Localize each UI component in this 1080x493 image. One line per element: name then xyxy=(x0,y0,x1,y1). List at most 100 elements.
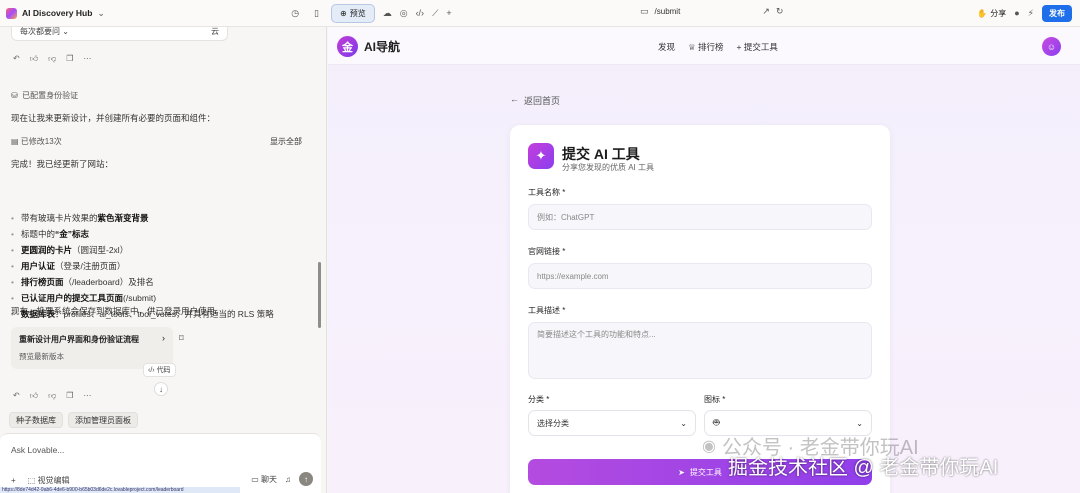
permission-select[interactable]: 每次都要问 ⌄ 云 xyxy=(11,27,228,41)
nav-discover[interactable]: 发现 xyxy=(658,41,675,53)
edited-label: 已修改13次 xyxy=(20,137,62,146)
chevron-down-icon[interactable]: ⌄ xyxy=(97,8,105,18)
chat-label: 聊天 xyxy=(261,474,277,484)
code-icon: ‹/› xyxy=(148,367,155,374)
message-actions: ↶ 👍︎ 👎︎ ❐ ⋯ xyxy=(13,391,91,401)
site-navbar: 金 AI导航 发现 ♕ 排行榜 + 提交工具 ☺ xyxy=(328,27,1080,65)
code-button[interactable]: ‹/› 代码 xyxy=(143,363,176,377)
visual-edit-button[interactable]: ⬚ 视觉编辑 xyxy=(28,475,70,486)
project-title[interactable]: AI Discovery Hub xyxy=(22,8,92,18)
copy-icon[interactable]: ❐ xyxy=(66,54,73,64)
sidebar-toggle-icon[interactable]: ▯ xyxy=(314,8,319,18)
undo-icon[interactable]: ↶ xyxy=(13,391,20,401)
back-home-link[interactable]: ← 返回首页 xyxy=(510,94,560,107)
code-icon[interactable]: ‹/› xyxy=(416,8,425,18)
chart-icon[interactable]: ⟋ xyxy=(432,8,438,18)
external-link-icon[interactable]: ↗ xyxy=(762,7,770,16)
undo-icon[interactable]: ↶ xyxy=(13,54,20,64)
thumbs-down-icon[interactable]: 👎︎ xyxy=(48,54,56,64)
category-value: 选择分类 xyxy=(537,418,569,428)
thumbs-up-icon[interactable]: 👍︎ xyxy=(30,54,38,64)
palette-icon[interactable]: ◎ xyxy=(400,8,408,18)
version-title: 重新设计用户界面和身份验证流程 xyxy=(19,335,139,344)
auth-note: ⛁ 已配置身份验证 xyxy=(11,90,78,101)
nav-submit[interactable]: + 提交工具 xyxy=(737,41,778,53)
thumbs-up-icon[interactable]: 👍︎ xyxy=(30,391,38,401)
list-item: 带有玻璃卡片效果的紫色渐变背景 xyxy=(11,210,274,226)
bullet-pre: 标题中的 xyxy=(20,229,55,239)
closing-text: 现在，投票系统会保存到数据库中，供已登录用户使用。 xyxy=(11,306,224,316)
copy-icon[interactable]: ❐ xyxy=(66,391,73,401)
upgrade-icon[interactable]: ⚡ xyxy=(1028,9,1034,18)
suggestion-chip[interactable]: 添加管理员面板 xyxy=(68,412,138,428)
send-button[interactable]: ↑ xyxy=(299,472,313,486)
message-actions: ↶ 👍︎ 👎︎ ❐ ⋯ xyxy=(13,54,91,64)
suggestion-chip[interactable]: 种子数据库 xyxy=(9,412,63,428)
desc-textarea[interactable]: 简要描述这个工具的功能和特点... xyxy=(528,322,872,379)
chat-mode-button[interactable]: ▭ 聊天 xyxy=(251,474,277,485)
mic-icon[interactable]: ♫ xyxy=(285,475,291,484)
database-icon: ⛁ xyxy=(11,91,18,100)
chat-scrollbar[interactable] xyxy=(318,262,321,328)
bullet-post: (/submit) xyxy=(123,293,157,303)
category-label: 分类 * xyxy=(528,395,550,404)
bullet-bold: 紫色渐变背景 xyxy=(97,213,149,223)
share-button[interactable]: ✋ 分享 xyxy=(977,8,1006,19)
chat-icon: ▭ xyxy=(251,474,259,484)
bullet-bold: 用户认证 xyxy=(20,261,55,271)
site-brand[interactable]: 金 AI导航 xyxy=(337,36,400,57)
nav-leaderboard-label: 排行榜 xyxy=(698,42,724,52)
scroll-down-button[interactable]: ↓ xyxy=(154,382,168,396)
thumbs-down-icon[interactable]: 👎︎ xyxy=(48,391,56,401)
plus-icon[interactable]: + xyxy=(11,476,16,485)
url-text[interactable]: /submit xyxy=(655,7,681,16)
bookmark-icon[interactable]: ⌑ xyxy=(179,333,184,344)
status-url: https://8de74d42-9ab6-4de6-b900-b65b03d6… xyxy=(0,487,240,493)
history-icon[interactable]: ◷ xyxy=(291,8,299,18)
avatar[interactable]: ☺ xyxy=(1042,37,1061,56)
url-label: 官网链接 * xyxy=(528,247,566,256)
request-text: 现在让我来更新设计，并创建所有必要的页面和组件： xyxy=(11,113,216,123)
nav-leaderboard[interactable]: ♕ 排行榜 xyxy=(688,41,724,53)
chevron-down-icon: ⌄ xyxy=(856,418,863,428)
composer-input[interactable]: Ask Lovable... xyxy=(11,445,64,455)
refresh-icon[interactable]: ↻ xyxy=(776,7,784,16)
visual-edit-label: 视觉编辑 xyxy=(37,476,70,485)
cloud-label: 云 xyxy=(211,27,219,36)
wechat-icon: ◉ xyxy=(702,437,716,455)
chevron-right-icon: › xyxy=(162,333,165,343)
url-bar[interactable]: ▭ /submit ↗ ↻ xyxy=(640,7,784,17)
bullet-post: （登录/注册页面） xyxy=(55,261,126,271)
chat-composer[interactable]: Ask Lovable... + ⬚ 视觉编辑 ▭ 聊天 ♫ ↑ xyxy=(0,433,321,493)
bullet-bold: 已认证用户的提交工具页面 xyxy=(20,293,123,303)
trophy-icon: ♕ xyxy=(688,42,696,52)
visual-edit-icon: ⬚ xyxy=(27,476,36,485)
publish-button[interactable]: 发布 xyxy=(1042,5,1072,22)
edited-files[interactable]: ▤ 已修改13次 xyxy=(11,136,62,147)
monitor-icon[interactable]: ▭ xyxy=(640,7,649,16)
list-item: 用户认证（登录/注册页面） xyxy=(11,258,274,274)
show-all-button[interactable]: 显示全部 xyxy=(270,136,302,147)
chevron-down-icon: ⌄ xyxy=(62,27,69,36)
list-item: 标题中的“金”标志 xyxy=(11,226,274,242)
category-select[interactable]: 选择分类 ⌄ xyxy=(528,410,696,436)
plus-icon[interactable]: + xyxy=(446,8,451,18)
cloud-icon[interactable]: ☁ xyxy=(383,8,392,18)
lovable-logo-icon xyxy=(6,7,17,19)
more-icon[interactable]: ⋯ xyxy=(83,54,91,64)
collaborators-icon: ✋ xyxy=(977,9,988,18)
form-title: 提交 AI 工具 xyxy=(562,146,640,162)
url-input[interactable]: https://example.com xyxy=(528,263,872,289)
auth-note-text: 已配置身份验证 xyxy=(22,91,79,100)
icon-label: 图标 * xyxy=(704,395,726,404)
github-icon[interactable]: ● xyxy=(1014,9,1019,18)
file-icon: ▤ xyxy=(11,137,19,146)
permission-value: 每次都要问 xyxy=(20,27,60,36)
bullet-pre: 带有玻璃卡片效果的 xyxy=(20,213,98,223)
more-icon[interactable]: ⋯ xyxy=(83,391,91,401)
submit-label: 提交工具 xyxy=(689,467,722,477)
project-header[interactable]: AI Discovery Hub ⌄ ◷ ▯ xyxy=(0,0,327,26)
preview-button[interactable]: ⊕ 预览 xyxy=(331,3,375,23)
name-input[interactable]: 例如：ChatGPT xyxy=(528,204,872,230)
user-icon: ☺ xyxy=(1046,41,1057,52)
